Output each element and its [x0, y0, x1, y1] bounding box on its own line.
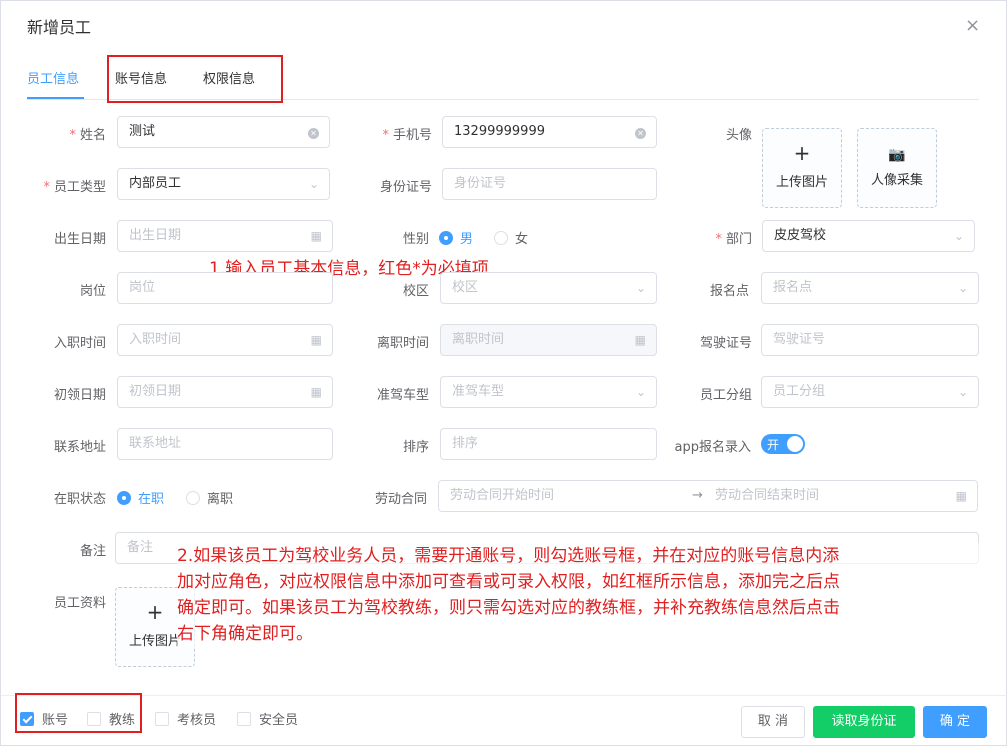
name-label: * 姓名	[69, 128, 106, 143]
vehicle-type-select[interactable]: 准驾车型 ⌄	[440, 376, 657, 408]
phone-input[interactable]: 13299999999 ✕	[442, 116, 657, 148]
status-radio-employed[interactable]: 在职	[117, 488, 164, 507]
highlight-box-tabs	[107, 55, 283, 103]
id-card-label: 身份证号	[379, 180, 432, 195]
remark-label: 备注	[79, 544, 106, 559]
chevron-down-icon: ⌄	[635, 281, 646, 295]
circle-close-icon[interactable]: ✕	[308, 128, 319, 139]
calendar-icon: ▦	[310, 385, 322, 399]
leave-date-label: 离职时间	[376, 336, 429, 351]
first-license-date-picker[interactable]: 初领日期 ▦	[117, 376, 333, 408]
circle-close-icon[interactable]: ✕	[635, 128, 646, 139]
employee-type-label: * 员工类型	[43, 180, 106, 195]
name-input[interactable]: 测试 ✕	[117, 116, 330, 148]
employee-group-label: 员工分组	[699, 388, 752, 403]
contract-label: 劳动合同	[374, 492, 427, 507]
examiner-checkbox[interactable]: 考核员	[155, 709, 216, 728]
vehicle-type-label: 准驾车型	[376, 388, 429, 403]
contract-date-range[interactable]: 劳动合同开始时间 → 劳动合同结束时间 ▦	[438, 480, 978, 512]
tab-employee-info[interactable]: 员工信息	[27, 68, 79, 87]
campus-label: 校区	[402, 284, 429, 299]
sort-label: 排序	[402, 440, 429, 455]
calendar-icon: ▦	[634, 333, 646, 347]
position-label: 岗位	[79, 284, 106, 299]
department-label: * 部门	[715, 232, 752, 247]
hire-date-picker[interactable]: 入职时间 ▦	[117, 324, 333, 356]
chevron-down-icon: ⌄	[957, 385, 968, 399]
calendar-icon: ▦	[310, 333, 322, 347]
registration-point-select[interactable]: 报名点 ⌄	[761, 272, 979, 304]
avatar-upload[interactable]: + 上传图片	[762, 128, 842, 208]
license-no-input[interactable]: 驾驶证号	[761, 324, 979, 356]
add-employee-dialog: 新增员工 × 员工信息 账号信息 权限信息 * 姓名 测试 ✕ * 手机号 1329…	[0, 0, 1007, 746]
camera-icon: 📷	[888, 147, 906, 163]
chevron-down-icon: ⌄	[957, 281, 968, 295]
chevron-down-icon: ⌄	[635, 385, 646, 399]
read-id-card-button[interactable]: 读取身份证	[813, 706, 915, 738]
range-separator: →	[692, 488, 703, 503]
address-input[interactable]: 联系地址	[117, 428, 333, 460]
calendar-icon: ▦	[955, 489, 967, 503]
chevron-down-icon: ⌄	[953, 229, 964, 243]
active-tab-indicator	[27, 97, 84, 99]
sort-input[interactable]: 排序	[440, 428, 657, 460]
birth-date-label: 出生日期	[53, 232, 106, 247]
id-card-input[interactable]: 身份证号	[442, 168, 657, 200]
gender-label: 性别	[402, 232, 429, 247]
gender-radio-female[interactable]: 女	[494, 228, 528, 247]
department-select[interactable]: 皮皮驾校 ⌄	[762, 220, 975, 252]
app-entry-switch[interactable]: 开	[761, 434, 805, 454]
status-label: 在职状态	[53, 492, 106, 507]
safety-officer-checkbox[interactable]: 安全员	[237, 709, 298, 728]
app-entry-label: app报名录入	[674, 440, 751, 455]
portrait-capture[interactable]: 📷 人像采集	[857, 128, 937, 208]
phone-label: * 手机号	[382, 128, 432, 143]
annotation-note-2: 2.如果该员工为驾校业务人员，需要开通账号，则勾选账号框，并在对应的账号信息内添…	[177, 543, 1002, 647]
first-license-date-label: 初领日期	[53, 388, 106, 403]
documents-label: 员工资料	[53, 596, 106, 611]
employee-group-select[interactable]: 员工分组 ⌄	[761, 376, 979, 408]
highlight-box-checkboxes	[15, 693, 142, 733]
calendar-icon: ▦	[310, 229, 322, 243]
address-label: 联系地址	[53, 440, 106, 455]
leave-date-picker: 离职时间 ▦	[440, 324, 657, 356]
gender-radio-male[interactable]: 男	[439, 228, 473, 247]
birth-date-picker[interactable]: 出生日期 ▦	[117, 220, 333, 252]
employee-type-select[interactable]: 内部员工 ⌄	[117, 168, 330, 200]
footer-divider	[1, 695, 1007, 696]
registration-point-label: 报名点	[709, 284, 749, 299]
plus-icon: +	[793, 141, 811, 165]
switch-knob	[787, 436, 803, 452]
contract-end-input[interactable]: 劳动合同结束时间	[715, 481, 819, 511]
status-radio-resigned[interactable]: 离职	[186, 488, 233, 507]
license-no-label: 驾驶证号	[699, 336, 752, 351]
close-icon[interactable]: ×	[965, 15, 980, 36]
dialog-title: 新增员工	[27, 18, 92, 37]
position-input[interactable]: 岗位	[117, 272, 333, 304]
chevron-down-icon: ⌄	[308, 177, 319, 191]
confirm-button[interactable]: 确 定	[923, 706, 987, 738]
campus-select[interactable]: 校区 ⌄	[440, 272, 657, 304]
cancel-button[interactable]: 取 消	[741, 706, 805, 738]
avatar-label: 头像	[725, 128, 752, 143]
contract-start-input[interactable]: 劳动合同开始时间	[450, 488, 554, 503]
hire-date-label: 入职时间	[53, 336, 106, 351]
